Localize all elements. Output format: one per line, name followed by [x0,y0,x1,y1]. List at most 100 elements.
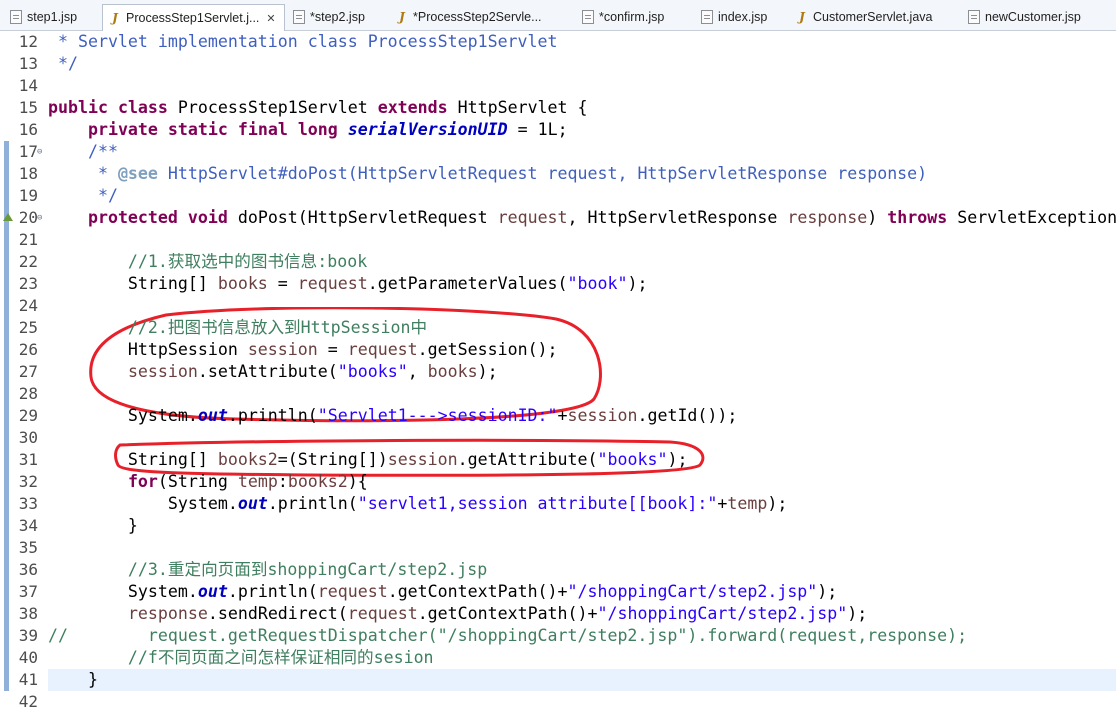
code-line[interactable]: String[] books = request.getParameterVal… [48,273,648,295]
code-token: .println( [227,406,318,425]
code-token: private [87,120,158,139]
editor-tab[interactable]: J *ProcessStep2Servle... [390,4,573,30]
code-token: request [497,208,568,227]
code-token: System. [48,494,238,513]
editor-tab-label: *step2.jsp [310,10,365,24]
code-line[interactable]: //2.把图书信息放入到HttpSession中 [48,317,427,339]
code-token: request [347,604,418,623]
code-line[interactable]: //3.重定向页面到shoppingCart/step2.jsp [48,559,487,581]
code-editor[interactable]: 12 * Servlet implementation class Proces… [0,31,1116,711]
code-line[interactable]: //1.获取选中的图书信息:book [48,251,367,273]
code-token: + [717,494,728,513]
code-line[interactable]: response.sendRedirect(request.getContext… [48,603,867,625]
code-token: books2 [287,472,348,491]
code-token: books2 [217,450,278,469]
code-line[interactable]: */ [48,185,118,207]
override-marker-icon [3,213,13,221]
code-line[interactable]: */ [48,53,78,75]
code-line[interactable]: System.out.println("servlet1,session att… [48,493,787,515]
code-line[interactable]: * @see HttpServlet#doPost(HttpServletReq… [48,163,927,185]
editor-tab-label: *ProcessStep2Servle... [413,10,542,24]
jsp-file-icon [293,10,305,24]
code-token: } [48,670,98,689]
code-token: HttpSession [48,340,248,359]
code-line[interactable]: * Servlet implementation class ProcessSt… [48,31,558,53]
code-token: .getContextPath()+ [417,604,598,623]
code-line[interactable]: /** [48,141,118,163]
code-line[interactable]: String[] books2=(String[])session.getAtt… [48,449,688,471]
code-token: session [247,340,318,359]
line-number: 33 [18,494,38,513]
code-token: out [237,494,268,513]
code-line[interactable]: for(String temp:books2){ [48,471,368,493]
line-number: 34 [18,516,38,535]
code-token: =(String[]) [277,450,388,469]
line-number: 23 [18,274,38,293]
current-line-highlight [48,669,1116,691]
code-token: final [237,120,288,139]
fold-toggle-icon[interactable]: ⊖ [37,207,42,229]
editor-tab[interactable]: J ProcessStep1Servlet.j... ✕ [102,4,285,31]
code-token: .getAttribute( [457,450,598,469]
code-line[interactable]: } [48,669,98,691]
code-token: ); [667,450,688,469]
code-token: .getSession(); [417,340,558,359]
code-token: = [267,274,298,293]
code-token: .setAttribute( [197,362,338,381]
line-number: 16 [18,120,38,139]
code-token: throws [887,208,948,227]
editor-tab[interactable]: *confirm.jsp [576,4,692,30]
code-line[interactable]: public class ProcessStep1Servlet extends… [48,97,588,119]
code-token: System. [48,406,198,425]
code-line[interactable]: //f不同页面之间怎样保证相同的sesion [48,647,434,669]
editor-tab-label: newCustomer.jsp [985,10,1081,24]
java-file-icon: J [112,11,118,25]
code-line[interactable]: HttpSession session = request.getSession… [48,339,558,361]
jsp-file-icon [582,10,594,24]
editor-tab[interactable]: J CustomerServlet.java [790,4,960,30]
line-number: 38 [18,604,38,623]
code-token: //f不同页面之间怎样保证相同的sesion [48,648,434,667]
code-line[interactable]: session.setAttribute("books", books); [48,361,498,383]
line-number: 25 [18,318,38,337]
code-token: * Servlet implementation class ProcessSt… [48,32,558,51]
line-number: 21 [18,230,38,249]
code-token: .println( [227,582,318,601]
code-token: ){ [347,472,368,491]
code-token: /** [48,142,118,161]
code-line[interactable]: } [48,515,138,537]
code-token: ) [867,208,888,227]
code-line[interactable]: System.out.println("Servlet1--->sessionI… [48,405,737,427]
code-token: String[] [48,450,218,469]
editor-tab-label: step1.jsp [27,10,78,24]
code-token: books [427,362,478,381]
line-number: 42 [18,692,38,711]
code-token: // request.getRequestDispatcher("/shoppi… [48,626,968,645]
close-tab-icon[interactable]: ✕ [266,12,275,25]
code-line[interactable]: protected void doPost(HttpServletRequest… [48,207,1116,229]
editor-tab[interactable]: *step2.jsp [287,4,387,30]
code-line[interactable]: System.out.println(request.getContextPat… [48,581,837,603]
code-token: , [407,362,428,381]
editor-tab[interactable]: index.jsp [695,4,787,30]
java-file-icon: J [399,10,405,24]
code-token: + [557,406,568,425]
code-token: //3.重定向页面到shoppingCart/step2.jsp [48,560,488,579]
editor-tab[interactable]: newCustomer.jsp [962,4,1112,30]
editor-tab-label: index.jsp [718,10,768,24]
editor-tab[interactable]: step1.jsp [4,4,100,30]
code-token: public [48,98,108,117]
line-number: 37 [18,582,38,601]
line-number: 26 [18,340,38,359]
line-number: 22 [18,252,38,271]
line-number: 36 [18,560,38,579]
code-line[interactable]: // request.getRequestDispatcher("/shoppi… [48,625,967,647]
code-line[interactable]: private static final long serialVersionU… [48,119,568,141]
fold-toggle-icon[interactable]: ⊖ [37,141,42,163]
